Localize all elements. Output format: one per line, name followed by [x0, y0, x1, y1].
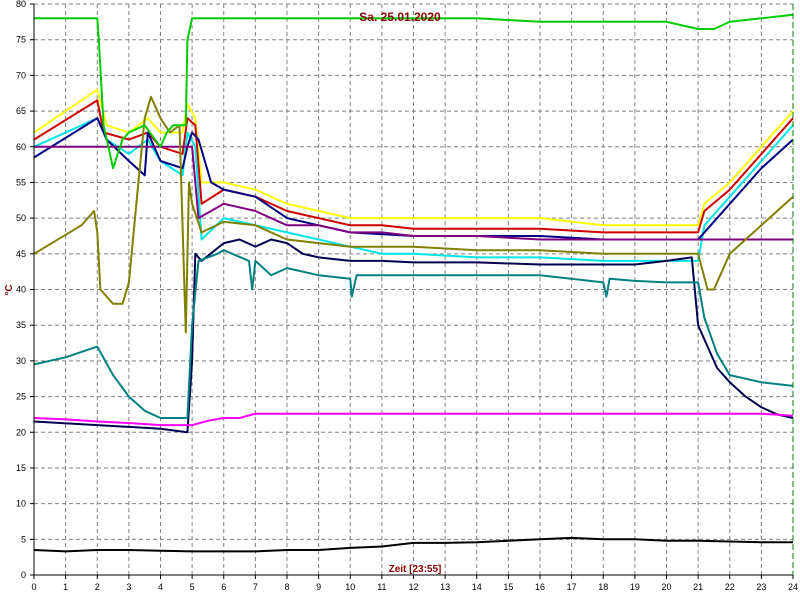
x-tick-label: 16 — [535, 582, 545, 592]
x-tick-label: 20 — [661, 582, 671, 592]
x-tick-label: 4 — [158, 582, 163, 592]
x-tick-label: 11 — [377, 582, 386, 592]
y-tick-label: 55 — [16, 177, 26, 187]
x-tick-label: 22 — [725, 582, 735, 592]
x-tick-label: 7 — [253, 582, 258, 592]
x-tick-label: 13 — [440, 582, 450, 592]
y-axis-label: °C — [4, 284, 15, 295]
y-tick-label: 15 — [16, 463, 26, 473]
y-tick-label: 20 — [16, 427, 26, 437]
x-axis-label: Zeit [23:55] — [389, 564, 442, 575]
chart-background — [0, 0, 800, 600]
x-tick-label: 5 — [190, 582, 195, 592]
x-tick-label: 3 — [126, 582, 131, 592]
x-tick-label: 0 — [31, 582, 36, 592]
y-tick-label: 80 — [16, 0, 26, 9]
x-tick-label: 12 — [408, 582, 418, 592]
temperature-line-chart: 0 1 2 3 4 5 6 7 8 9 10 11 12 13 14 15 16 17 18 19 20 21 22 23 24… — [0, 0, 800, 600]
x-tick-label: 17 — [567, 582, 577, 592]
x-tick-label: 10 — [345, 582, 355, 592]
y-tick-label: 60 — [16, 142, 26, 152]
chart-title: Sa. 25.01.2020 — [359, 10, 441, 24]
y-tick-label: 5 — [21, 534, 26, 544]
y-tick-label: 35 — [16, 320, 26, 330]
x-tick-label: 19 — [630, 582, 640, 592]
y-tick-label: 40 — [16, 285, 26, 295]
x-tick-label: 14 — [472, 582, 482, 592]
x-tick-label: 21 — [693, 582, 703, 592]
y-tick-label: 75 — [16, 35, 26, 45]
x-tick-label: 8 — [284, 582, 289, 592]
x-tick-label: 18 — [598, 582, 608, 592]
x-tick-label: 2 — [95, 582, 100, 592]
x-tick-label: 15 — [503, 582, 513, 592]
y-tick-label: 45 — [16, 249, 26, 259]
y-tick-label: 65 — [16, 106, 26, 116]
x-tick-label: 24 — [788, 582, 798, 592]
x-tick-label: 6 — [221, 582, 226, 592]
x-tick-label: 1 — [63, 582, 68, 592]
x-tick-label: 9 — [316, 582, 321, 592]
y-tick-label: 25 — [16, 392, 26, 402]
y-tick-label: 30 — [16, 356, 26, 366]
y-tick-label: 70 — [16, 70, 26, 80]
y-tick-label: 10 — [16, 499, 26, 509]
y-tick-label: 50 — [16, 213, 26, 223]
x-tick-label: 23 — [756, 582, 766, 592]
y-tick-label: 0 — [21, 570, 26, 580]
